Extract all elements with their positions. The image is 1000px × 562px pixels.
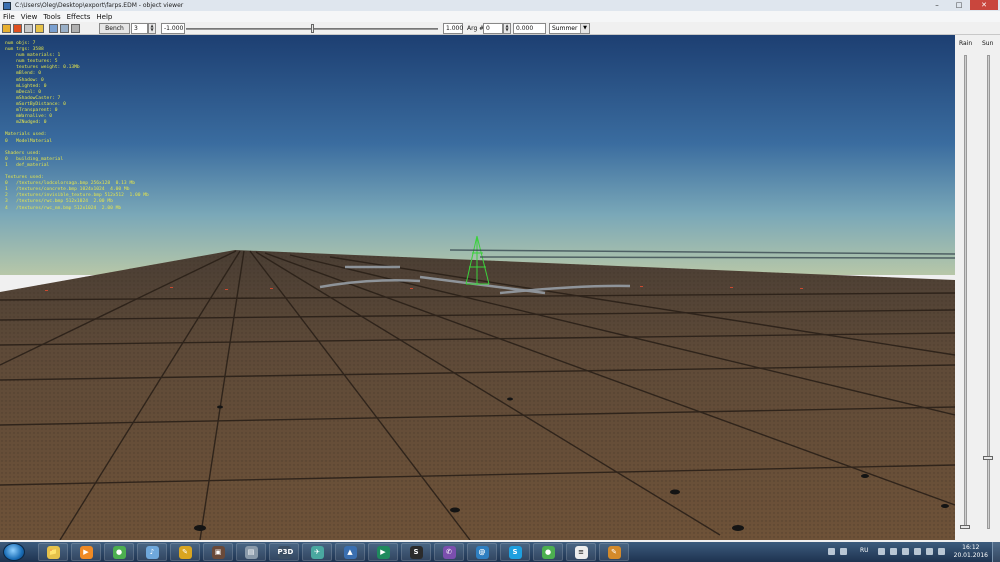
weather-panel: Rain Sun <box>955 35 1000 540</box>
clock-date: 20.01.2016 <box>953 552 988 559</box>
rain-slider-track[interactable] <box>964 55 967 529</box>
fire-icon[interactable] <box>13 24 22 33</box>
network-icon[interactable] <box>840 548 847 555</box>
menu-tools[interactable]: Tools <box>43 13 60 21</box>
keyboard-icon[interactable] <box>890 548 897 555</box>
app-icon <box>3 1 11 10</box>
open-icon[interactable] <box>2 24 11 33</box>
taskbar-ruler-tool[interactable]: ✎ <box>170 543 200 561</box>
menu-bar: File View Tools Effects Help <box>0 11 1000 22</box>
tray-expand-icon[interactable] <box>828 548 835 555</box>
chrome-icon: ● <box>112 545 126 559</box>
signal-icon[interactable] <box>914 548 921 555</box>
arg-index-spinner[interactable]: ▲ ▼ <box>503 23 511 34</box>
input-language[interactable]: RU <box>860 547 869 554</box>
arg-max-field[interactable]: 1.000 <box>443 23 463 34</box>
taskbar-p3d-app[interactable]: P3D <box>269 543 299 561</box>
browser-e-icon: @ <box>475 545 489 559</box>
arg-slider-thumb[interactable] <box>311 24 314 33</box>
chrome-2-icon: ● <box>541 545 555 559</box>
arg-index-field[interactable]: 0 <box>483 23 503 34</box>
sun-label: Sun <box>982 40 994 47</box>
taskbar-book-app[interactable]: ▣ <box>203 543 233 561</box>
speaker-icon: ♪ <box>145 545 159 559</box>
paint-icon: ✎ <box>607 545 621 559</box>
taskbar-viber[interactable]: ✆ <box>434 543 464 561</box>
arg-label: Arg # <box>467 25 485 32</box>
skype-icon: S <box>508 545 522 559</box>
recent-icon[interactable] <box>24 24 33 33</box>
rain-slider-thumb[interactable] <box>960 525 970 529</box>
window-title: C:\Users\Oleg\Desktop\export\farps.EDM -… <box>15 2 184 9</box>
ruler-tool-icon: ✎ <box>178 545 192 559</box>
taskbar-chrome-2[interactable]: ● <box>533 543 563 561</box>
bench-button[interactable]: Bench <box>99 23 130 34</box>
chevron-down-icon[interactable]: ▼ <box>580 24 589 33</box>
rain-label: Rain <box>959 40 973 47</box>
toolbar: Bench 3 ▲ ▼ -1.000 1.000 Arg # 0 ▲ ▼ 0.000… <box>0 22 1000 35</box>
speaker-icon[interactable] <box>938 548 945 555</box>
explorer-icon: 📁 <box>46 545 60 559</box>
volume-icon[interactable] <box>926 548 933 555</box>
stop-icon[interactable] <box>71 24 80 33</box>
clock[interactable]: 16:12 20.01.2016 <box>954 544 988 560</box>
taskbar-terminal-app[interactable]: ▶ <box>368 543 398 561</box>
media-player-icon: ▶ <box>79 545 93 559</box>
taskbar-skype[interactable]: S <box>500 543 530 561</box>
flag-icon[interactable] <box>878 548 885 555</box>
menu-help[interactable]: Help <box>96 13 112 21</box>
taskbar-browser-e[interactable]: @ <box>467 543 497 561</box>
taskbar-explorer[interactable]: 📁 <box>38 543 68 561</box>
bench-spinner[interactable]: ▲ ▼ <box>148 23 156 34</box>
terminal-app-icon: ▶ <box>376 545 390 559</box>
notepad-icon: ≡ <box>574 545 588 559</box>
taskbar: 📁 ▶ ● ♪ ✎ ▣ ▤ P3D ✈ ▲ ▶ S ✆ @ S ● ≡ ✎ RU 16:12 20.01.2016 <box>0 542 1000 562</box>
minimize-button[interactable]: – <box>926 0 948 10</box>
sun-slider-thumb[interactable] <box>983 455 993 460</box>
battery-icon[interactable] <box>902 548 909 555</box>
taskbar-speaker[interactable]: ♪ <box>137 543 167 561</box>
folder-icon[interactable] <box>35 24 44 33</box>
season-select-value: Summer <box>552 25 578 32</box>
taskbar-paint[interactable]: ✎ <box>599 543 629 561</box>
show-desktop-button[interactable] <box>992 542 1000 562</box>
taskbar-sublime-app[interactable]: S <box>401 543 431 561</box>
bench-count-field[interactable]: 3 <box>131 23 148 34</box>
system-tray: RU 16:12 20.01.2016 <box>820 542 1000 562</box>
close-button[interactable]: ✕ <box>970 0 998 10</box>
object-viewer-window: C:\Users\Oleg\Desktop\export\farps.EDM -… <box>0 0 1000 542</box>
clock-time: 16:12 <box>962 544 980 551</box>
navigator-app-icon: ▲ <box>343 545 357 559</box>
p3d-app-icon: P3D <box>277 545 293 559</box>
photo-app-icon: ▤ <box>244 545 258 559</box>
plane-app-icon: ✈ <box>310 545 324 559</box>
start-button[interactable] <box>3 543 25 561</box>
arg-value-field[interactable]: 0.000 <box>513 23 546 34</box>
viber-icon: ✆ <box>442 545 456 559</box>
menu-file[interactable]: File <box>3 13 15 21</box>
3d-viewport[interactable]: num objs: 7 num trgs: 3588 num materials:… <box>0 35 955 540</box>
taskbar-photo-app[interactable]: ▤ <box>236 543 266 561</box>
maximize-button[interactable]: □ <box>948 0 970 10</box>
title-bar[interactable]: C:\Users\Oleg\Desktop\export\farps.EDM -… <box>0 0 1000 11</box>
season-select[interactable]: Summer ▼ <box>549 23 590 34</box>
arg-min-field[interactable]: -1.000 <box>161 23 185 34</box>
book-app-icon: ▣ <box>211 545 225 559</box>
sublime-app-icon: S <box>409 545 423 559</box>
taskbar-plane-app[interactable]: ✈ <box>302 543 332 561</box>
menu-effects[interactable]: Effects <box>67 13 91 21</box>
taskbar-notepad[interactable]: ≡ <box>566 543 596 561</box>
pause-icon[interactable] <box>49 24 58 33</box>
stats-line: 4 /textures/rwc_nm.bmp 512x1024 2.00 Mb <box>5 205 122 211</box>
menu-view[interactable]: View <box>21 13 38 21</box>
taskbar-media-player[interactable]: ▶ <box>71 543 101 561</box>
grid-icon[interactable] <box>60 24 69 33</box>
render-stats-overlay: num objs: 7 num trgs: 3588 num materials:… <box>5 41 149 212</box>
taskbar-navigator-app[interactable]: ▲ <box>335 543 365 561</box>
taskbar-chrome[interactable]: ● <box>104 543 134 561</box>
